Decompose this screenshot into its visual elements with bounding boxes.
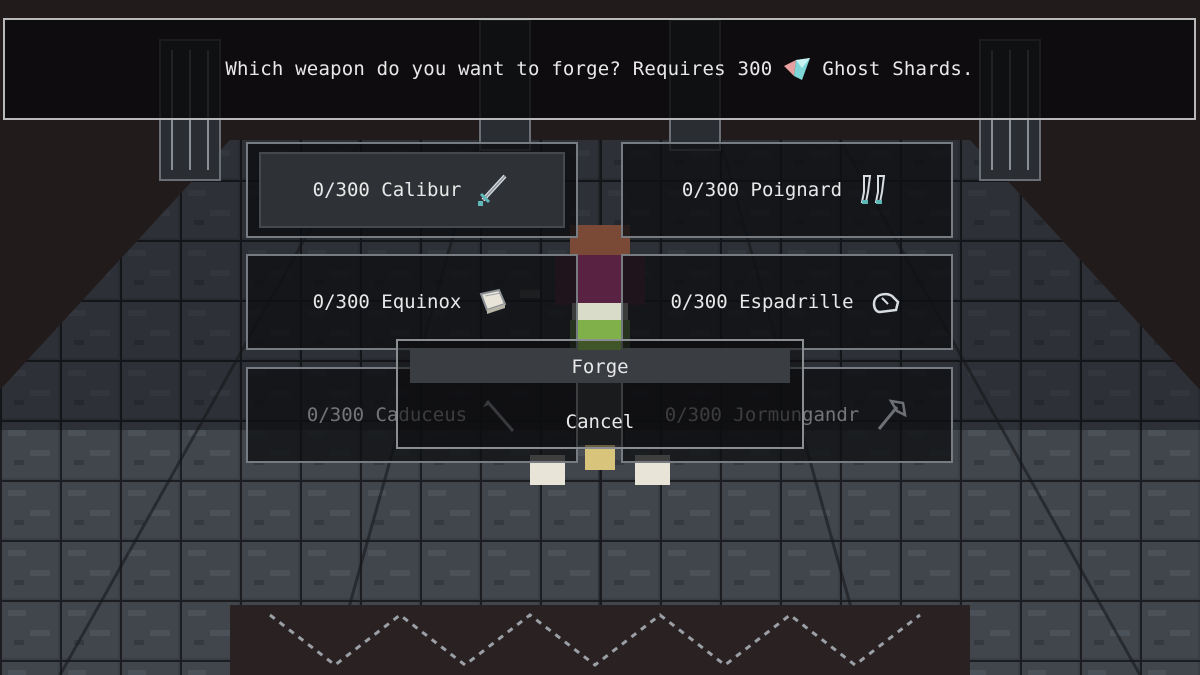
- weapon-label: 0/300 Poignard: [681, 179, 843, 201]
- weapon-option-calibur[interactable]: 0/300 Calibur: [246, 142, 578, 238]
- prompt-currency: Ghost Shards.: [822, 58, 974, 80]
- ghost-shard-icon: [784, 58, 811, 80]
- forge-prompt: Which weapon do you want to forge? Requi…: [3, 18, 1196, 120]
- weapon-label: 0/300 Calibur: [312, 179, 462, 201]
- axe-icon: [878, 399, 907, 430]
- prompt-text: Which weapon do you want to forge? Requi…: [225, 58, 773, 80]
- tome-icon: [480, 288, 507, 314]
- dagger-icon: [860, 175, 886, 204]
- weapon-option-poignard[interactable]: 0/300 Poignard: [621, 142, 953, 238]
- forge-button[interactable]: Forge: [410, 350, 790, 383]
- sword-icon: [478, 174, 507, 206]
- weapon-option-equinox[interactable]: 0/300 Equinox: [246, 254, 578, 350]
- cancel-button[interactable]: Cancel: [410, 405, 790, 438]
- weapon-option-espadrille[interactable]: 0/300 Espadrille: [621, 254, 953, 350]
- weapon-label: 0/300 Equinox: [312, 291, 462, 313]
- weapon-label: 0/300 Espadrille: [670, 291, 854, 313]
- shoe-icon: [872, 292, 899, 314]
- forge-confirm-menu: Forge Cancel: [396, 339, 804, 449]
